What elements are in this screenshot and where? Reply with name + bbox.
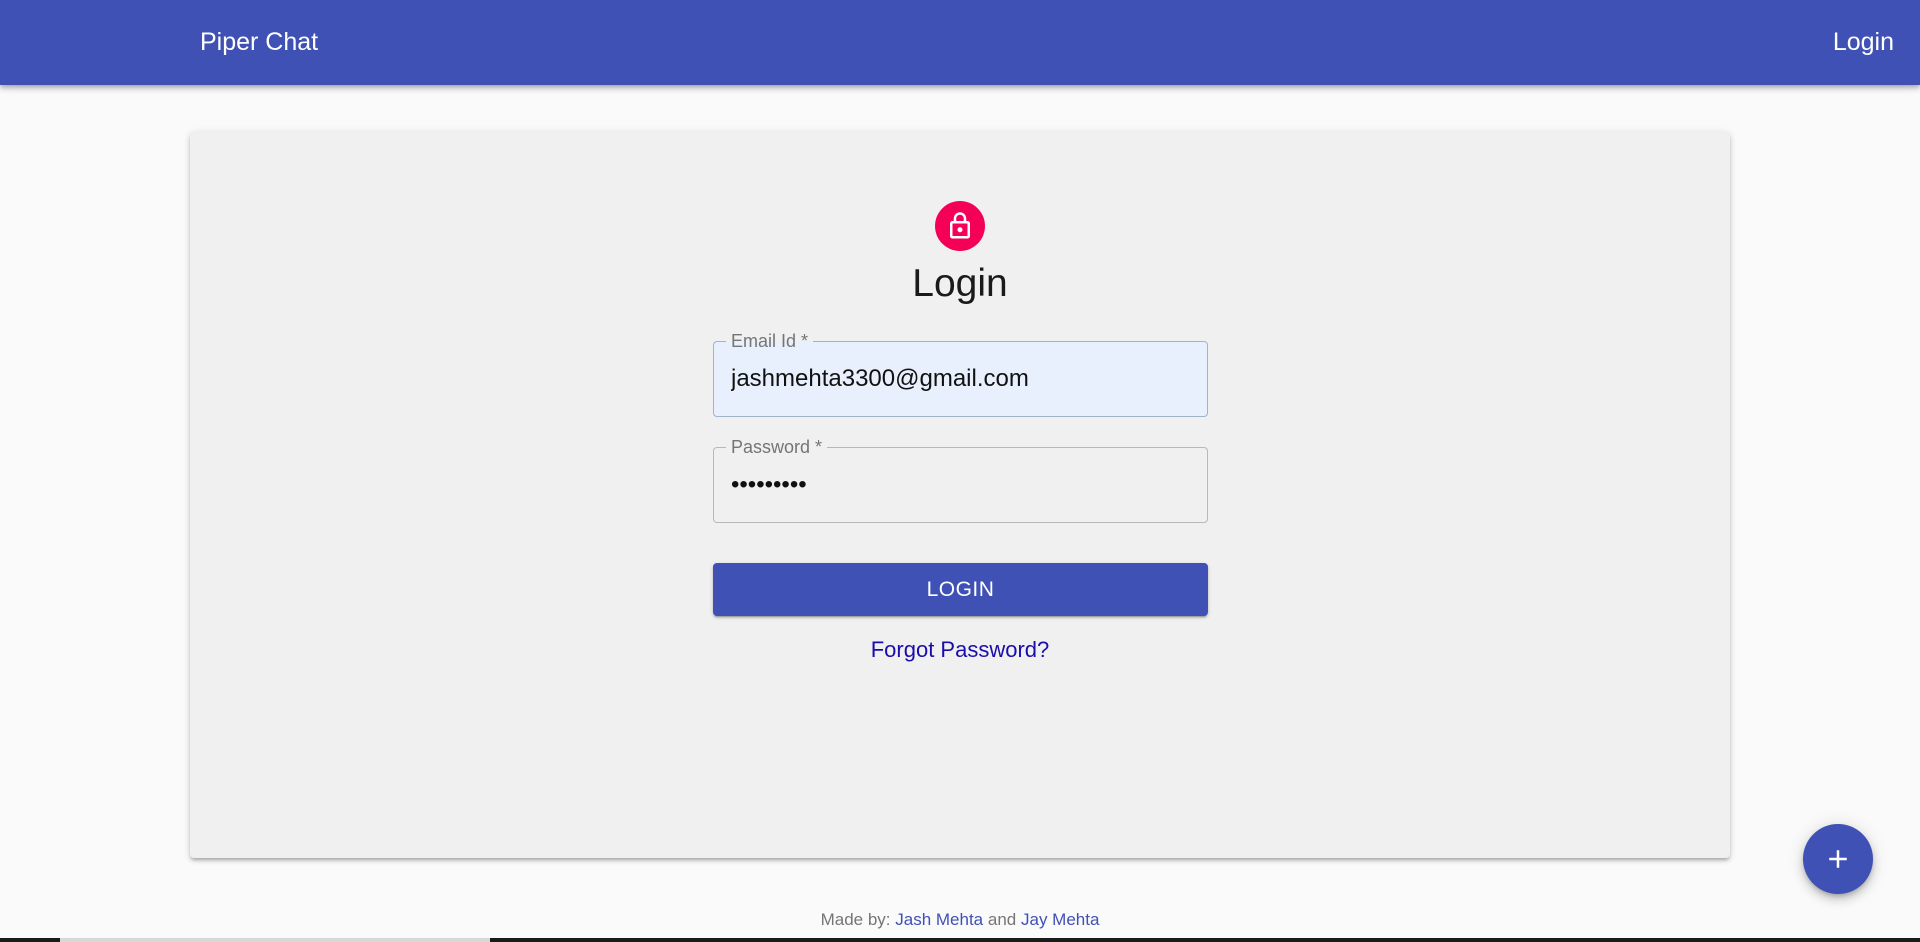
author-link-jash[interactable]: Jash Mehta — [895, 910, 983, 929]
scrollbar-thumb[interactable] — [60, 938, 490, 942]
lock-avatar — [935, 201, 985, 251]
author-link-jay[interactable]: Jay Mehta — [1021, 910, 1099, 929]
add-fab-button[interactable] — [1803, 824, 1873, 894]
password-label: Password * — [726, 436, 828, 458]
nav-login-link[interactable]: Login — [1833, 0, 1894, 85]
footer-conjunction: and — [987, 910, 1017, 929]
forgot-password-link[interactable]: Forgot Password? — [760, 637, 1160, 663]
footer: Made by: Jash Mehta and Jay Mehta — [0, 910, 1920, 930]
password-field[interactable]: Password * ••••••••• — [713, 436, 1208, 523]
login-heading: Login — [912, 262, 1008, 305]
password-input[interactable]: ••••••••• — [731, 470, 807, 500]
footer-prefix: Made by: — [820, 910, 891, 929]
lock-icon — [950, 212, 970, 239]
brand-title[interactable]: Piper Chat — [200, 0, 318, 85]
plus-icon — [1829, 850, 1847, 868]
login-button[interactable]: LOGIN — [713, 563, 1208, 616]
email-input[interactable] — [731, 342, 1193, 416]
app-bar: Piper Chat Login — [0, 0, 1920, 85]
email-field[interactable]: Email Id * — [713, 330, 1208, 417]
